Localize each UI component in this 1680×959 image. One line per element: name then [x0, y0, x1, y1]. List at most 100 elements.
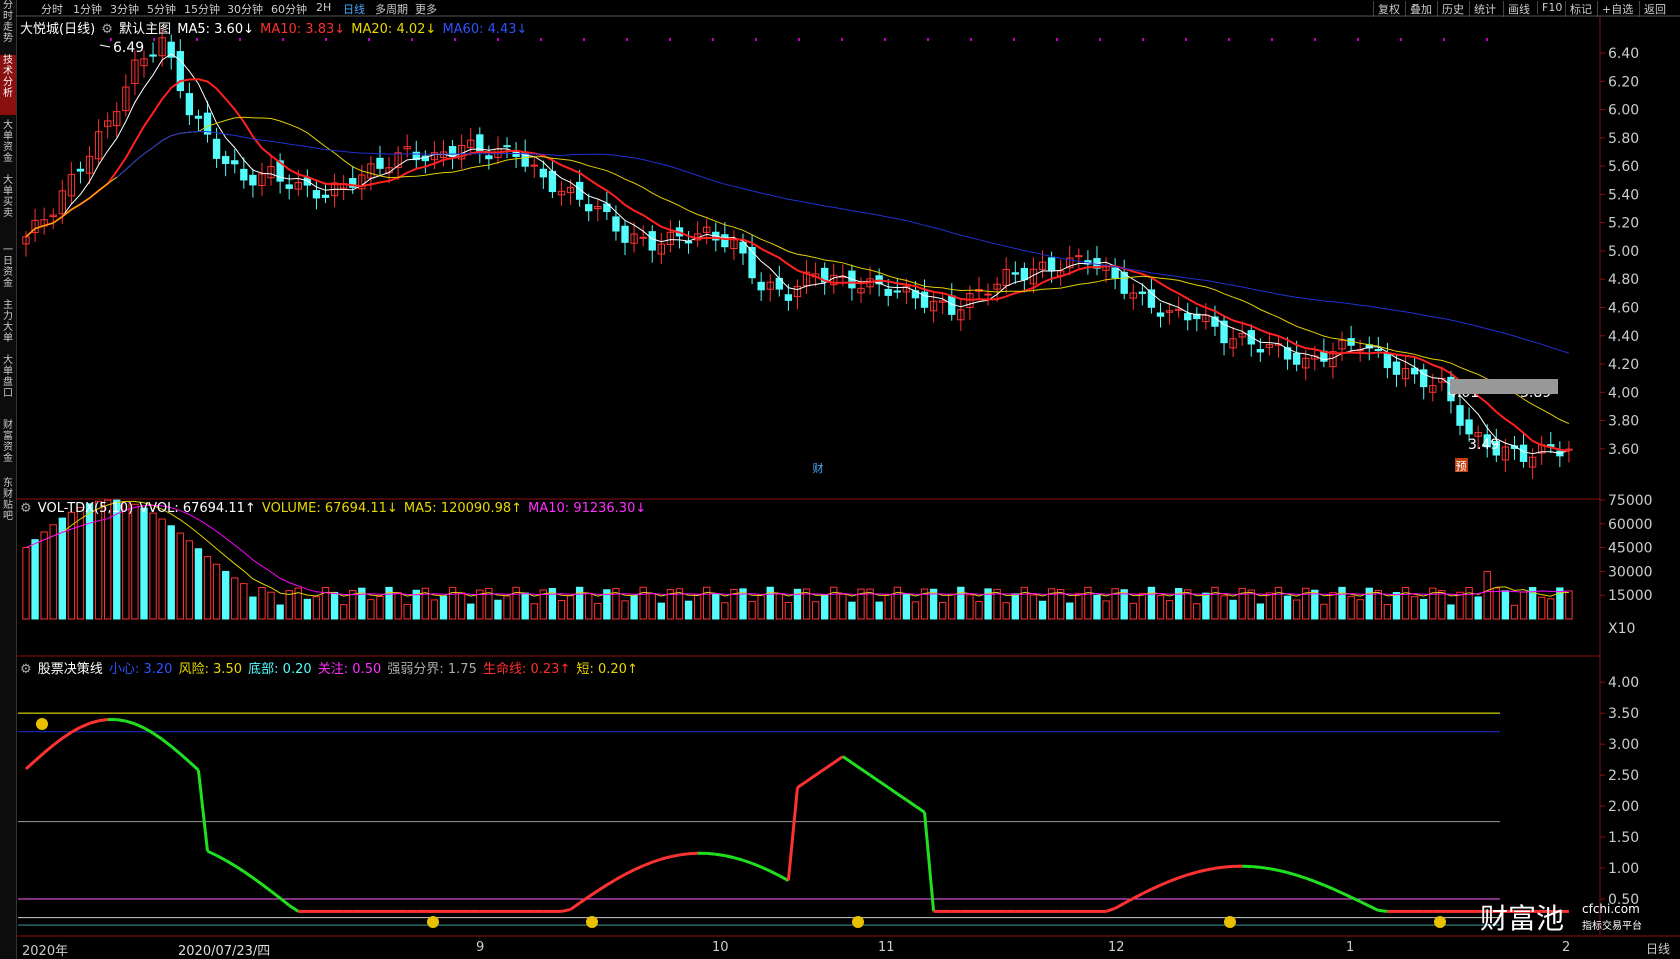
indicator-segment	[1305, 876, 1316, 883]
volume-bar	[194, 548, 203, 620]
ma5-label: MA5: 3.60↓	[177, 22, 254, 37]
period-label[interactable]: 日线	[1646, 940, 1670, 957]
volume-bar	[566, 595, 575, 620]
indicator-segment	[152, 731, 163, 741]
volume-bar	[40, 531, 48, 620]
top-marker-dot	[583, 38, 585, 41]
volume-bar	[848, 601, 856, 620]
price-tick-label: 3.60	[1608, 442, 1639, 458]
volume-bar	[503, 595, 511, 620]
candle-body	[212, 138, 221, 159]
volume-bar	[1138, 592, 1147, 620]
volume-bar	[249, 596, 257, 620]
indicator-segment	[1350, 895, 1361, 903]
volume-bar	[1565, 590, 1573, 620]
volume-bar	[657, 602, 665, 620]
volume-bar	[167, 525, 175, 620]
indicator-segment	[34, 751, 46, 762]
volume-bar	[1256, 603, 1265, 620]
ma20-label: MA20: 4.02↓	[351, 22, 437, 37]
indicator-segment	[1251, 865, 1261, 869]
volume-bar	[884, 593, 892, 620]
candle-body	[240, 168, 248, 181]
volume-bar	[49, 524, 57, 620]
indicator-segment	[252, 876, 263, 886]
volume-bar	[1320, 603, 1328, 620]
settings-icon[interactable]: ⚙	[101, 22, 113, 37]
volume-bar	[1093, 594, 1101, 620]
indicator-segment	[1378, 908, 1388, 913]
date-label-cursor: 2020/07/23/四	[178, 944, 271, 959]
top-marker-dot	[325, 38, 327, 41]
volume-bar	[621, 600, 629, 620]
candle-body	[539, 168, 548, 178]
indicator-segment	[914, 804, 926, 814]
candle-body	[1256, 349, 1265, 353]
volume-bar	[94, 500, 103, 620]
volume-bar	[467, 603, 475, 620]
volume-bar	[966, 594, 974, 620]
price-tick-label: 5.60	[1608, 159, 1639, 175]
indicator-segment	[823, 761, 835, 771]
volume-bar	[122, 501, 130, 620]
price-tick-label: 4.00	[1608, 385, 1639, 401]
indicator-segment	[89, 719, 100, 725]
ind-settings-icon[interactable]: ⚙	[20, 662, 32, 677]
vvol-label: VVOL: 67694.11↑	[139, 501, 256, 516]
ind-tick-label: 3.00	[1608, 737, 1639, 753]
ind-tick-label: 3.50	[1608, 706, 1639, 722]
chart-canvas[interactable]: 6.40 6.20 6.00 5.80 5.60 5.40 5.20 5.00 4.80 4.60…	[0, 0, 1680, 959]
candle-body	[621, 225, 629, 243]
indicator-segment	[1214, 865, 1225, 870]
indicator-segment	[1105, 906, 1116, 913]
template-name[interactable]: 默认主图	[119, 22, 171, 37]
price-tick-label: 5.20	[1608, 216, 1639, 232]
candle-body	[194, 115, 203, 119]
indicator-segment	[841, 755, 853, 764]
candle-body	[639, 236, 647, 239]
indicator-segment	[670, 853, 680, 859]
candle-body	[476, 134, 484, 152]
ind-tick-label: 4.00	[1608, 675, 1639, 691]
volume-bar	[1075, 593, 1083, 620]
indicator-segment	[569, 901, 581, 911]
volume-bar	[1229, 599, 1237, 620]
main-legend: 大悦城(日线) ⚙ 默认主图 MA5: 3.60↓ MA10: 3.83↓ MA…	[20, 18, 529, 37]
volume-bar	[494, 599, 502, 620]
volume-bar	[1501, 590, 1510, 620]
volume-bar	[1492, 587, 1500, 620]
vol-tick-label: 75000	[1608, 493, 1653, 509]
volume-bar	[712, 593, 720, 620]
price-tick-label: 4.60	[1608, 300, 1639, 316]
candle-body	[648, 231, 656, 251]
vol-tick-label: 60000	[1608, 517, 1653, 533]
indicator-segment	[206, 849, 218, 857]
top-marker-dot	[1056, 38, 1058, 41]
candle-body	[149, 54, 157, 57]
volume-bar	[1374, 589, 1383, 620]
volume-bar	[975, 601, 983, 620]
indicator-segment	[860, 767, 871, 777]
candle-body	[775, 277, 783, 290]
ma10-label: MA10: 3.83↓	[260, 22, 346, 37]
smiley-icon	[852, 916, 864, 928]
volume-bar	[1220, 595, 1228, 620]
volume-bar	[1066, 602, 1074, 620]
candle-body	[784, 294, 793, 301]
volume-bar	[757, 594, 765, 620]
vol-settings-icon[interactable]: ⚙	[20, 501, 32, 516]
indicator-segment	[233, 864, 245, 873]
indicator-segment	[1359, 900, 1370, 908]
xinxi-label: 小心: 3.20	[108, 662, 173, 677]
stock-name: 大悦城(日线)	[20, 22, 96, 37]
volume-bar	[85, 503, 94, 620]
candle-body	[1383, 353, 1392, 369]
indicator-segment	[261, 883, 272, 893]
indicator-segment	[43, 744, 55, 754]
ma10-line	[25, 78, 1570, 453]
top-marker-dot	[368, 38, 370, 41]
indicator-segment	[215, 854, 227, 862]
boundary-label: 强弱分界: 1.75	[387, 662, 477, 677]
indicator-segment	[1323, 883, 1334, 891]
indicator-segment	[596, 883, 608, 892]
